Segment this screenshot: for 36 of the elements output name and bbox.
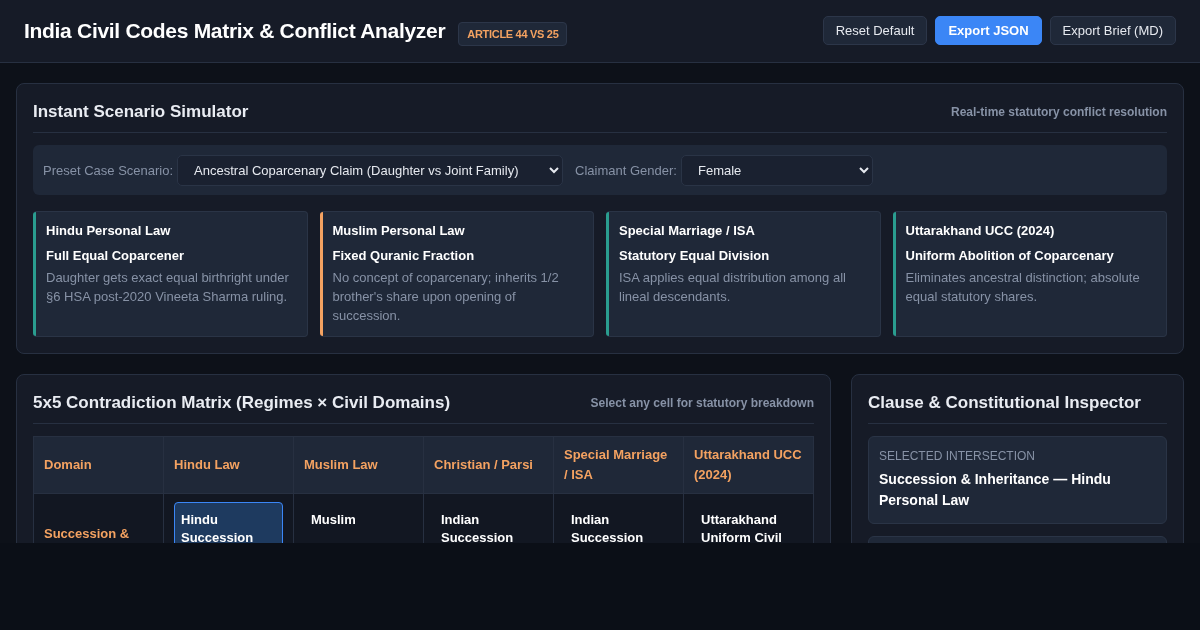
selection-label: SELECTED INTERSECTION	[879, 448, 1037, 463]
control-label: Claimant Gender:	[575, 162, 677, 178]
selection-value: Succession & Inheritance — Hindu Personal Law	[879, 469, 1112, 510]
column-header: Uttarakhand UCC (2024)	[683, 436, 814, 494]
article-badge: ARTICLE 44 VS 25	[458, 22, 568, 46]
app-title: India Civil Codes Matrix & Conflict Analyzer	[24, 19, 446, 43]
dropdown-field[interactable]: Female	[680, 154, 873, 186]
regime-name: Special Marriage / ISA	[619, 223, 756, 238]
regime-name: Hindu Personal Law	[46, 223, 172, 238]
verdict-text: Uniform Abolition of Coparcenary	[905, 248, 1115, 263]
control-label: Preset Case Scenario:	[43, 162, 174, 178]
panel-subtitle: Real-time statutory conflict resolution	[950, 105, 1167, 119]
verdict-text: Fixed Quranic Fraction	[332, 248, 476, 263]
export-json-button[interactable]: Export JSON	[935, 15, 1042, 45]
column-header: Hindu Law	[163, 436, 294, 494]
toolbar-button[interactable]: Reset Default	[822, 15, 928, 45]
verdict-text: Statutory Equal Division	[619, 248, 771, 263]
panel-hint: Select any cell for statutory breakdown	[590, 395, 814, 410]
domain-label: Succession &	[44, 525, 130, 541]
column-header: Muslim Law	[293, 436, 424, 494]
dropdown-field[interactable]: Ancestral Coparcenary Claim (Daughter vs Joint Family)	[177, 154, 564, 186]
matrix-cell[interactable]: Hindu Succession	[174, 501, 283, 543]
column-header: Domain	[33, 436, 164, 494]
verdict-detail: ISA applies equal distribution among all lineal descendants.	[619, 269, 847, 306]
regime-name: Muslim Personal Law	[332, 223, 466, 238]
verdict-detail: No concept of coparcenary; inherits 1/2 brother's share upon opening of succession.	[332, 269, 560, 325]
verdict-detail: Daughter gets exact equal birthright under §6 HSA post-2020 Vineeta Sharma ruling.	[46, 269, 290, 306]
regime-name: Uttarakhand UCC (2024)	[905, 223, 1056, 238]
column-header: Special Marriage / ISA	[553, 436, 684, 494]
panel-title: Instant Scenario Simulator	[33, 102, 249, 122]
verdict-detail: Eliminates ancestral distinction; absolute equal statutory shares.	[905, 269, 1141, 306]
verdict-text: Full Equal Coparcener	[46, 248, 185, 263]
toolbar-button[interactable]: Export Brief (MD)	[1049, 15, 1176, 45]
panel-title: Clause & Constitutional Inspector	[868, 392, 1141, 413]
column-header: Christian / Parsi	[423, 436, 554, 494]
panel-title: 5x5 Contradiction Matrix (Regimes × Civil Domains)	[33, 392, 451, 413]
